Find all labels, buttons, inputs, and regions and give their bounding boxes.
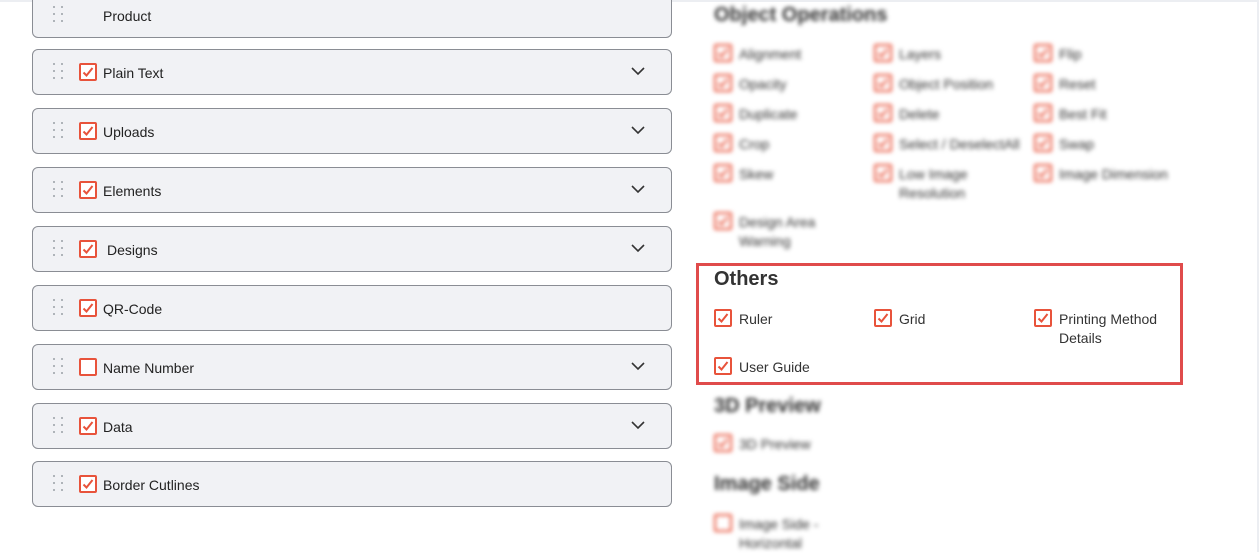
drag-handle-icon[interactable]	[53, 417, 67, 437]
option-label: Opacity	[739, 76, 787, 92]
row-label: Designs	[107, 242, 158, 258]
section-title: Image Side	[714, 473, 820, 495]
option-label: Object Position	[899, 76, 994, 92]
chevron-down-icon[interactable]	[631, 244, 645, 253]
option-checkbox[interactable]	[714, 357, 732, 375]
option-checkbox[interactable]	[874, 309, 892, 327]
drag-handle-icon[interactable]	[53, 475, 67, 495]
row-border-cutlines[interactable]: Border Cutlines	[32, 461, 672, 507]
option-label: User Guide	[739, 359, 810, 375]
row-product[interactable]: Product	[32, 0, 672, 38]
option-checkbox[interactable]	[874, 104, 892, 122]
section-title: Object Operations	[714, 4, 888, 26]
option-label: Image Side - Horizontal	[739, 516, 819, 551]
option-checkbox[interactable]	[714, 44, 732, 62]
option-checkbox[interactable]	[874, 44, 892, 62]
option-checkbox[interactable]	[714, 434, 732, 452]
option-label: Skew	[739, 166, 774, 182]
option-checkbox[interactable]	[714, 164, 732, 182]
row-checkbox[interactable]	[79, 358, 97, 376]
drag-handle-icon[interactable]	[53, 122, 67, 142]
option-checkbox[interactable]	[1034, 309, 1052, 327]
row-data[interactable]: Data	[32, 403, 672, 449]
row-qr-code[interactable]: QR-Code	[32, 285, 672, 331]
option-checkbox[interactable]	[1034, 44, 1052, 62]
option-label: 3D Preview	[739, 436, 811, 452]
row-label: Border Cutlines	[103, 477, 200, 493]
row-designs[interactable]: Designs	[32, 226, 672, 272]
row-name-number[interactable]: Name Number	[32, 344, 672, 390]
row-checkbox[interactable]	[79, 122, 97, 140]
option-label: Grid	[899, 311, 926, 327]
chevron-down-icon[interactable]	[631, 362, 645, 371]
row-plain-text[interactable]: Plain Text	[32, 49, 672, 95]
row-checkbox[interactable]	[79, 240, 97, 258]
option-checkbox[interactable]	[874, 74, 892, 92]
option-checkbox[interactable]	[714, 74, 732, 92]
option-checkbox[interactable]	[714, 134, 732, 152]
drag-handle-icon[interactable]	[53, 63, 67, 83]
row-label: Uploads	[103, 124, 155, 140]
option-label: Image Dimension	[1059, 166, 1168, 182]
option-checkbox[interactable]	[714, 309, 732, 327]
option-checkbox[interactable]	[714, 514, 732, 532]
option-label: Crop	[739, 136, 770, 152]
chevron-down-icon[interactable]	[631, 126, 645, 135]
row-checkbox[interactable]	[79, 181, 97, 199]
row-label: Data	[103, 419, 133, 435]
option-label: Select / DeselectAll	[899, 136, 1020, 152]
option-label: Swap	[1059, 136, 1095, 152]
option-label: Ruler	[739, 311, 773, 327]
option-label: Delete	[899, 106, 940, 122]
row-label: Product	[103, 8, 152, 24]
option-label: Best Fit	[1059, 106, 1107, 122]
option-checkbox[interactable]	[874, 164, 892, 182]
option-label: Reset	[1059, 76, 1096, 92]
drag-handle-icon[interactable]	[53, 358, 67, 378]
drag-handle-icon[interactable]	[53, 240, 67, 260]
option-label: Duplicate	[739, 106, 798, 122]
option-label: Layers	[899, 46, 942, 62]
row-label: Name Number	[103, 360, 195, 376]
row-checkbox[interactable]	[79, 63, 97, 81]
option-label: Flip	[1059, 46, 1082, 62]
row-uploads[interactable]: Uploads	[32, 108, 672, 154]
option-checkbox[interactable]	[1034, 104, 1052, 122]
row-label: Plain Text	[103, 65, 164, 81]
section-title: Others	[714, 268, 779, 290]
option-label: Printing Method Details	[1059, 311, 1158, 346]
option-label: Low Image Resolution	[899, 166, 968, 201]
row-elements[interactable]: Elements	[32, 167, 672, 213]
row-checkbox[interactable]	[79, 417, 97, 435]
option-checkbox[interactable]	[1034, 74, 1052, 92]
drag-handle-icon[interactable]	[53, 299, 67, 319]
chevron-down-icon[interactable]	[631, 185, 645, 194]
option-checkbox[interactable]	[714, 212, 732, 230]
row-checkbox[interactable]	[79, 475, 97, 493]
option-checkbox[interactable]	[1034, 134, 1052, 152]
option-checkbox[interactable]	[1034, 164, 1052, 182]
chevron-down-icon[interactable]	[631, 421, 645, 430]
row-label: QR-Code	[103, 301, 163, 317]
drag-handle-icon[interactable]	[53, 6, 67, 26]
option-checkbox[interactable]	[714, 104, 732, 122]
row-checkbox[interactable]	[79, 299, 97, 317]
drag-handle-icon[interactable]	[53, 181, 67, 201]
chevron-down-icon[interactable]	[631, 67, 645, 76]
option-checkbox[interactable]	[874, 134, 892, 152]
option-label: Design Area Warning	[739, 214, 816, 249]
option-label: Alignment	[739, 46, 802, 62]
section-title: 3D Preview	[714, 395, 821, 417]
row-label: Elements	[103, 183, 162, 199]
